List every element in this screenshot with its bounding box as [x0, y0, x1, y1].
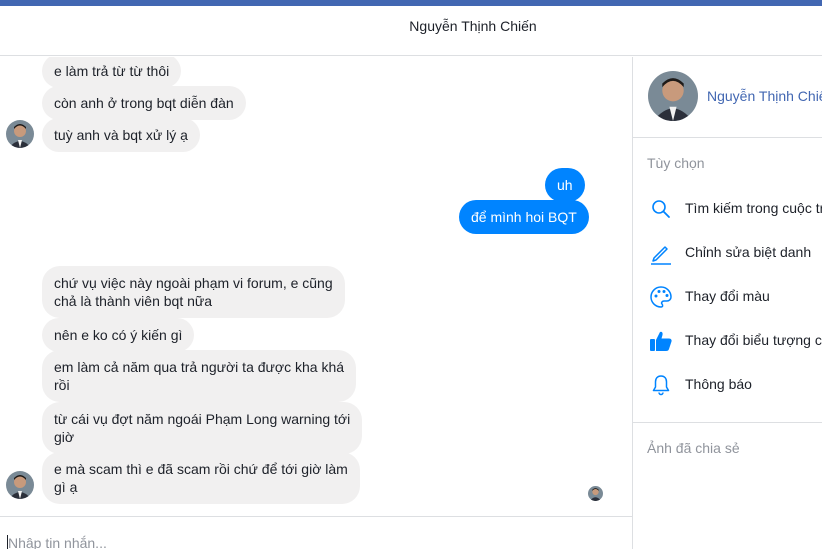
- option-label: Thông báo: [685, 376, 752, 392]
- message-line: em làm cả năm qua trả người ta được kha …: [54, 359, 345, 375]
- message-line: nên e ko có ý kiến gì: [54, 327, 183, 343]
- option-change-color[interactable]: Thay đổi màu: [633, 279, 822, 315]
- profile-avatar[interactable]: [648, 71, 698, 121]
- options-section-title: Tùy chọn: [647, 155, 705, 171]
- divider: [633, 137, 822, 138]
- message-bubble-incoming[interactable]: nên e ko có ý kiến gì: [42, 318, 195, 352]
- read-receipt-avatar: [588, 486, 603, 501]
- shared-photos-title[interactable]: Ảnh đã chia sẻ: [647, 440, 740, 456]
- avatar[interactable]: [6, 471, 34, 499]
- message-bubble-incoming[interactable]: e mà scam thì e đã scam rồi chứ để tới g…: [42, 452, 360, 504]
- bell-icon: [649, 373, 673, 397]
- message-line: gì ạ: [54, 479, 78, 495]
- option-label: Thay đổi biểu tượng cảm xúc: [685, 332, 822, 348]
- profile-name-link[interactable]: Nguyễn Thịnh Chiến: [707, 88, 822, 104]
- message-bubble-incoming[interactable]: từ cái vụ đợt năm ngoái Phạm Long warnin…: [42, 402, 363, 454]
- message-thread[interactable]: e làm trả từ từ thôi còn anh ở trong bqt…: [0, 57, 632, 516]
- message-line: chứ vụ việc này ngoài phạm vi forum, e c…: [54, 275, 333, 291]
- option-label: Chỉnh sửa biệt danh: [685, 244, 812, 260]
- conversation-info-panel: Nguyễn Thịnh Chiến Tùy chọn Tìm kiếm tro…: [633, 57, 822, 549]
- message-bubble-outgoing[interactable]: để mình hoi BQT: [459, 200, 589, 234]
- option-edit-nickname[interactable]: Chỉnh sửa biệt danh: [633, 235, 822, 271]
- message-line: e mà scam thì e đã scam rồi chứ để tới g…: [54, 461, 348, 477]
- message-bubble-incoming[interactable]: em làm cả năm qua trả người ta được kha …: [42, 350, 357, 402]
- message-line: rồi: [54, 377, 70, 393]
- message-line: từ cái vụ đợt năm ngoái Phạm Long warnin…: [54, 411, 351, 427]
- option-label: Thay đổi màu: [685, 288, 770, 304]
- palette-icon: [649, 285, 673, 309]
- divider: [633, 422, 822, 423]
- message-bubble-outgoing[interactable]: uh: [545, 168, 585, 202]
- option-search-conversation[interactable]: Tìm kiếm trong cuộc trò chuyện: [633, 191, 822, 227]
- message-bubble-incoming[interactable]: còn anh ở trong bqt diễn đàn: [42, 86, 246, 120]
- conversation-header: Nguyễn Thịnh Chiến: [0, 6, 822, 56]
- search-icon: [649, 197, 673, 221]
- option-change-emoji[interactable]: Thay đổi biểu tượng cảm xúc: [633, 323, 822, 359]
- message-composer[interactable]: [0, 516, 632, 549]
- option-notifications[interactable]: Thông báo: [633, 367, 822, 403]
- thumbs-up-icon: [649, 329, 673, 353]
- message-bubble-incoming[interactable]: chứ vụ việc này ngoài phạm vi forum, e c…: [42, 266, 345, 318]
- message-line: chả là thành viên bqt nữa: [54, 293, 213, 309]
- message-bubble-incoming[interactable]: e làm trả từ từ thôi: [42, 57, 182, 88]
- pencil-icon: [649, 241, 673, 265]
- message-input[interactable]: [8, 535, 608, 549]
- message-line: giờ: [54, 429, 75, 445]
- avatar[interactable]: [6, 120, 34, 148]
- message-bubble-incoming[interactable]: tuỳ anh và bqt xử lý ạ: [42, 118, 200, 152]
- conversation-title[interactable]: Nguyễn Thịnh Chiến: [0, 18, 822, 34]
- option-label: Tìm kiếm trong cuộc trò chuyện: [685, 200, 822, 216]
